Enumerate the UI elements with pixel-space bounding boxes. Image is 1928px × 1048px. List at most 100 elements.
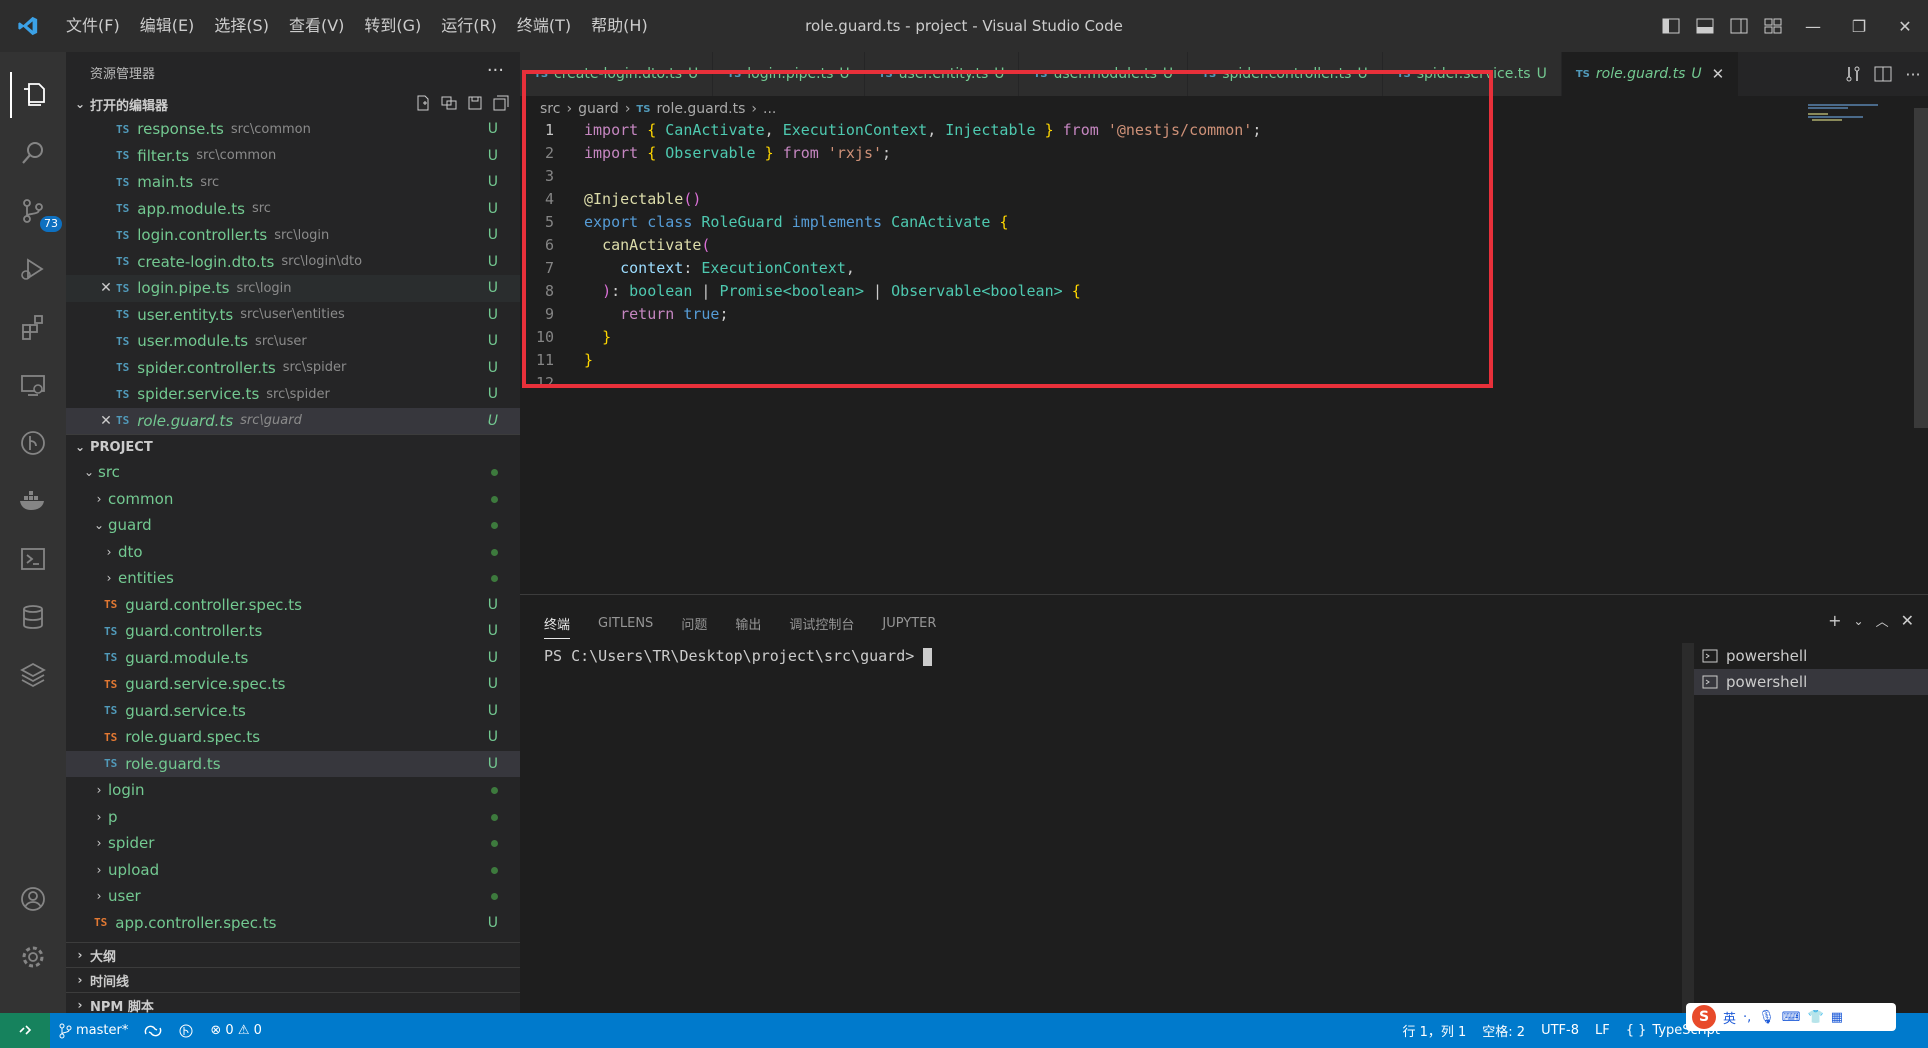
tree-file[interactable]: TS app.controller.spec.ts U: [66, 910, 520, 937]
vscode-logo-icon[interactable]: [0, 0, 56, 52]
tab-create-login-dto[interactable]: TS create-login.dto.ts U: [520, 52, 714, 96]
menu-go[interactable]: 转到(G): [354, 0, 431, 52]
open-editor-item[interactable]: TS user.entity.ts src\user\entities U: [66, 302, 520, 329]
open-editors-header[interactable]: ⌄ 打开的编辑器: [66, 92, 520, 116]
code-line[interactable]: 5 export class RoleGuard implements CanAc…: [520, 210, 1910, 233]
more-actions-icon[interactable]: ···: [487, 60, 504, 81]
code-line[interactable]: 10 }: [520, 325, 1910, 348]
menu-view[interactable]: 查看(V): [279, 0, 354, 52]
open-editor-item[interactable]: TS filter.ts src\common U: [66, 143, 520, 170]
breadcrumb-item[interactable]: guard: [578, 101, 619, 117]
open-editor-item[interactable]: TS app.module.ts src U: [66, 196, 520, 223]
menu-file[interactable]: 文件(F): [56, 0, 130, 52]
toggle-secondary-sidebar-icon[interactable]: [1726, 0, 1752, 52]
explorer-icon[interactable]: [10, 72, 56, 118]
database-icon[interactable]: [10, 594, 56, 640]
code-lines[interactable]: 1 import { CanActivate, ExecutionContext,…: [520, 118, 1910, 394]
close-window-button[interactable]: ✕: [1882, 0, 1928, 52]
ime-language[interactable]: 英: [1723, 1008, 1736, 1027]
tree-file[interactable]: TS guard.module.ts U: [66, 645, 520, 672]
breadcrumb-item[interactable]: src: [540, 101, 560, 117]
tab-problems[interactable]: 问题: [681, 608, 707, 639]
run-debug-icon[interactable]: [10, 246, 56, 292]
menu-edit[interactable]: 编辑(E): [130, 0, 205, 52]
project-header[interactable]: ⌄ PROJECT: [66, 435, 520, 459]
customize-layout-icon[interactable]: [1760, 0, 1786, 52]
compare-changes-icon[interactable]: [1838, 65, 1868, 83]
code-line[interactable]: 4 @Injectable(): [520, 187, 1910, 210]
tab-login-pipe[interactable]: TS login.pipe.ts U: [713, 52, 865, 96]
terminal-list-item[interactable]: powershell: [1694, 643, 1928, 669]
open-editor-item[interactable]: TS spider.service.ts src\spider U: [66, 381, 520, 408]
tab-spider-service[interactable]: TS spider.service.ts U: [1382, 52, 1562, 96]
tab-user-entity[interactable]: TS user.entity.ts U: [864, 52, 1020, 96]
extensions-icon[interactable]: [10, 304, 56, 350]
menu-selection[interactable]: 选择(S): [204, 0, 279, 52]
tree-folder[interactable]: ⌄ guard: [66, 512, 520, 539]
menu-run[interactable]: 运行(R): [431, 0, 507, 52]
sync-icon[interactable]: [136, 1024, 170, 1038]
open-editor-item[interactable]: TS user.module.ts src\user U: [66, 328, 520, 355]
account-icon[interactable]: [10, 876, 56, 922]
tree-folder[interactable]: › common: [66, 486, 520, 513]
open-editor-item[interactable]: TS create-login.dto.ts src\login\dto U: [66, 249, 520, 276]
tab-role-guard[interactable]: TS role.guard.ts U ✕: [1561, 52, 1740, 96]
tab-output[interactable]: 输出: [735, 608, 761, 639]
minimap[interactable]: [1808, 104, 1888, 124]
code-line[interactable]: 1 import { CanActivate, ExecutionContext,…: [520, 118, 1910, 141]
maximize-panel-icon[interactable]: ︿: [1876, 611, 1889, 630]
outline-header[interactable]: › 大纲: [66, 943, 520, 967]
toolbox-icon[interactable]: ▦: [1831, 1010, 1843, 1025]
microphone-icon[interactable]: 🎙: [1758, 1010, 1775, 1025]
breadcrumb-item[interactable]: ...: [763, 101, 776, 117]
tab-terminal[interactable]: 终端: [544, 608, 571, 639]
code-line[interactable]: 2 import { Observable } from 'rxjs';: [520, 141, 1910, 164]
problems-indicator[interactable]: ⊗ 0 ⚠ 0: [202, 1023, 270, 1038]
code-line[interactable]: 7 context: ExecutionContext,: [520, 256, 1910, 279]
code-line[interactable]: 9 return true;: [520, 302, 1910, 325]
new-untitled-file-icon[interactable]: [414, 94, 432, 112]
tab-user-module[interactable]: TS user.module.ts U: [1019, 52, 1189, 96]
timeline-header[interactable]: › 时间线: [66, 968, 520, 992]
open-editor-item-active[interactable]: ✕ TS role.guard.ts src\guard U: [66, 407, 520, 434]
tree-folder[interactable]: › spider: [66, 830, 520, 857]
code-line[interactable]: 12: [520, 371, 1910, 394]
tree-file-selected[interactable]: TS role.guard.ts U: [66, 750, 520, 777]
code-line[interactable]: 8 ): boolean | Promise<boolean> | Observ…: [520, 279, 1910, 302]
split-editor-icon[interactable]: [1868, 66, 1898, 82]
tree-folder[interactable]: › login: [66, 777, 520, 804]
terminal-list-item-active[interactable]: powershell: [1694, 669, 1928, 695]
tab-jupyter[interactable]: JUPYTER: [882, 610, 936, 637]
restore-button[interactable]: ❐: [1836, 0, 1882, 52]
npm-scripts-header[interactable]: › NPM 脚本: [66, 993, 520, 1013]
layers-icon[interactable]: [10, 652, 56, 698]
new-terminal-icon[interactable]: +: [1828, 611, 1841, 630]
tree-folder[interactable]: › dto: [66, 539, 520, 566]
menu-terminal[interactable]: 终端(T): [507, 0, 581, 52]
toggle-panel-icon[interactable]: [1692, 0, 1718, 52]
save-all-icon[interactable]: [466, 94, 484, 112]
code-editor[interactable]: src › guard › TS role.guard.ts › ... 1 impor…: [520, 96, 1928, 594]
ime-toolbar[interactable]: S 英 ·, 🎙 ⌨ 👕 ▦: [1686, 1003, 1896, 1031]
branch-indicator[interactable]: master*: [50, 1023, 136, 1039]
close-tab-icon[interactable]: ✕: [1712, 65, 1725, 83]
tree-file[interactable]: TS guard.service.ts U: [66, 698, 520, 725]
tree-folder[interactable]: › upload: [66, 857, 520, 884]
keyboard-icon[interactable]: ⌨: [1782, 1010, 1801, 1025]
tab-spider-controller[interactable]: TS spider.controller.ts U: [1188, 52, 1383, 96]
editor-scrollbar[interactable]: [1914, 108, 1928, 428]
tree-folder[interactable]: › entities: [66, 565, 520, 592]
more-actions-icon[interactable]: ···: [1898, 65, 1928, 84]
toggle-vertical-layout-icon[interactable]: [440, 94, 458, 112]
end-of-line[interactable]: LF: [1587, 1023, 1618, 1038]
search-icon[interactable]: [10, 130, 56, 176]
skin-icon[interactable]: 👕: [1808, 1010, 1824, 1025]
gitlens-icon[interactable]: [10, 420, 56, 466]
close-editor-icon[interactable]: ✕: [96, 280, 116, 296]
open-editor-item[interactable]: TS login.controller.ts src\login U: [66, 222, 520, 249]
tree-folder[interactable]: › p: [66, 804, 520, 831]
open-editor-item[interactable]: TS main.ts src U: [66, 169, 520, 196]
close-panel-icon[interactable]: ✕: [1901, 611, 1914, 630]
gitlens-status-icon[interactable]: [170, 1023, 202, 1039]
tab-gitlens[interactable]: GITLENS: [598, 610, 653, 637]
